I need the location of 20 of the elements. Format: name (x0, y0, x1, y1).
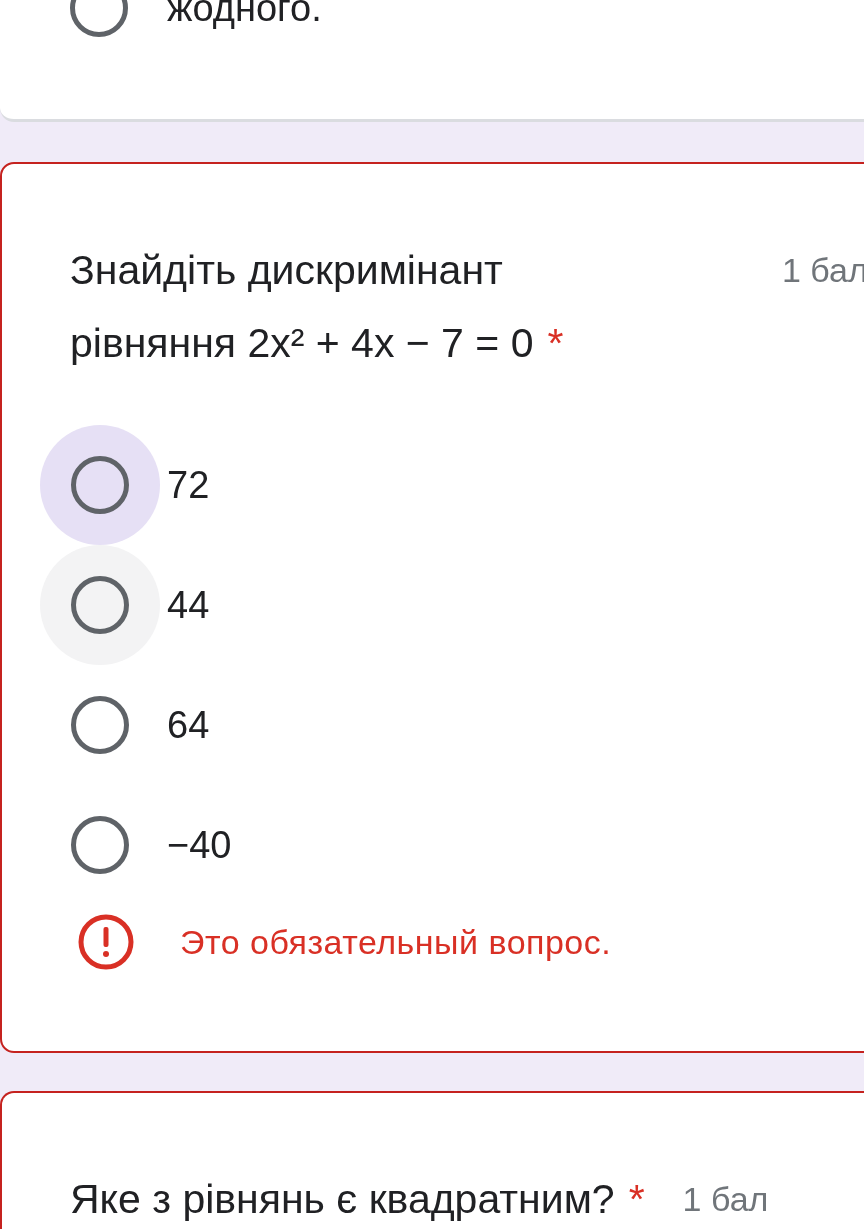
required-asterisk: * (547, 320, 564, 366)
option-label: −40 (167, 826, 232, 864)
radio-button[interactable] (71, 576, 129, 634)
points-label: 1 бал (682, 1179, 769, 1220)
radio-button[interactable] (71, 696, 129, 754)
error-icon (77, 913, 135, 971)
option-row[interactable]: −40 (40, 785, 864, 905)
option-label: 72 (167, 466, 210, 504)
option-label: жодного. (167, 0, 322, 27)
option-row[interactable]: 44 (40, 545, 864, 665)
radio-button[interactable] (71, 456, 129, 514)
option-row[interactable]: 64 (40, 665, 864, 785)
question-title: Знайдіть дискримінант рівняння 2x² + 4x − 7 = 0 * (70, 246, 565, 368)
question-title: Яке з рівнянь є квадратним? (70, 1175, 615, 1224)
option-label: 44 (167, 586, 210, 624)
error-message: Это обязательный вопрос. (180, 921, 612, 963)
radio-button[interactable] (71, 816, 129, 874)
option-label: 64 (167, 706, 210, 744)
required-asterisk: * (628, 1174, 645, 1224)
option-row[interactable]: 72 (40, 425, 864, 545)
